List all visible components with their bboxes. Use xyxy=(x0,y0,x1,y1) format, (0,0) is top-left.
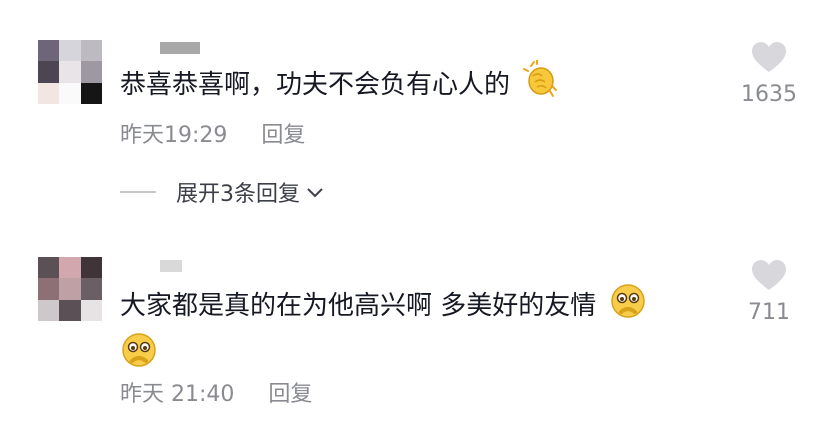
comment-text: 大家都是真的在为他高兴啊 多美好的友情 xyxy=(120,282,720,380)
username-blurred[interactable] xyxy=(160,260,182,272)
like-button[interactable]: 711 xyxy=(734,258,804,325)
comment-item-2: 大家都是真的在为他高兴啊 多美好的友情 昨天 21:40 回复 711 xyxy=(0,0,828,428)
reply-button[interactable]: 回复 xyxy=(268,376,312,408)
pleading-face-icon xyxy=(120,331,158,380)
comment-time: 昨天 21:40 xyxy=(120,382,235,407)
like-count: 711 xyxy=(748,300,790,325)
avatar[interactable] xyxy=(38,257,102,321)
pleading-face-icon xyxy=(609,282,647,331)
comment-meta: 昨天 21:40 回复 xyxy=(120,376,312,408)
heart-icon xyxy=(750,260,788,296)
